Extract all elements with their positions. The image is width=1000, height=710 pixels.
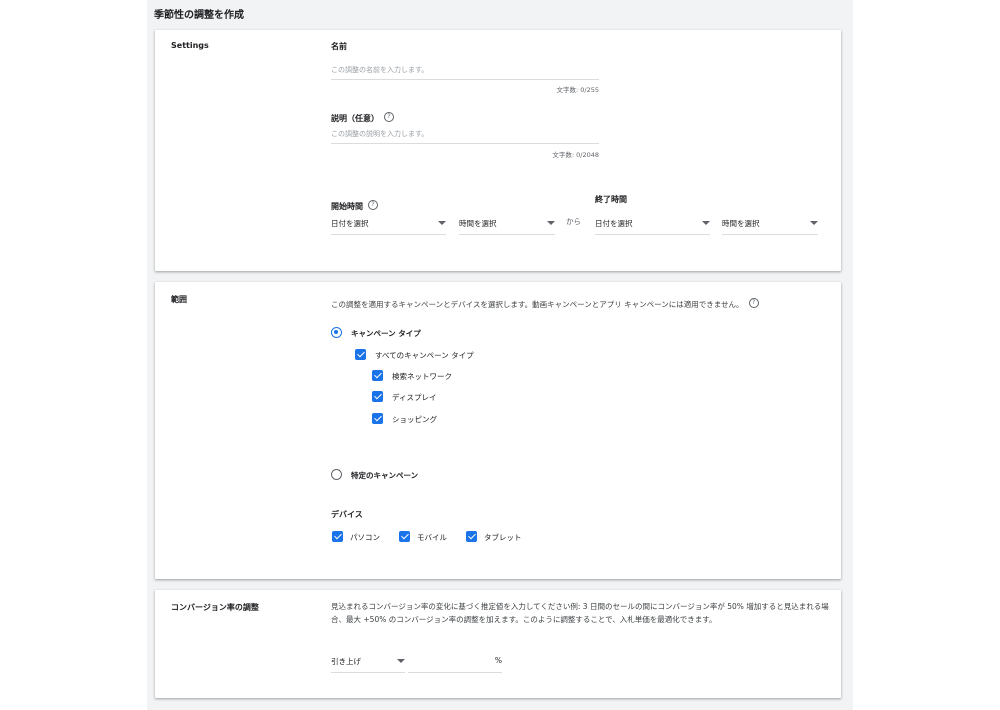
percent-input[interactable]: %: [408, 650, 502, 673]
description-label-row: 説明（任意）?: [331, 106, 394, 125]
specific-campaigns-radio[interactable]: [331, 469, 342, 480]
mobile-label: モバイル: [417, 533, 447, 542]
direction-dropdown[interactable]: 引き上げ: [331, 650, 405, 673]
description-label: 説明（任意）: [331, 114, 379, 123]
page-title: 季節性の調整を作成: [154, 10, 244, 21]
settings-section-label: Settings: [171, 41, 209, 50]
shopping-label: ショッピング: [392, 415, 437, 424]
name-input[interactable]: この調整の名前を入力します。: [331, 65, 599, 79]
specific-campaigns-label: 特定のキャンペーン: [351, 471, 419, 480]
start-time-label-row: 開始時間?: [331, 194, 378, 213]
display-label: ディスプレイ: [392, 393, 437, 402]
tablet-label: タブレット: [484, 533, 522, 542]
conversion-description: 見込まれるコンバージョン率の変化に基づく推定値を入力してください例: 3 日間の…: [331, 602, 829, 624]
campaign-type-label: キャンペーン タイプ: [351, 329, 421, 338]
all-campaign-types-checkbox[interactable]: [355, 349, 366, 360]
help-icon[interactable]: ?: [748, 297, 759, 308]
name-input-underline: [331, 79, 599, 80]
scope-description-row: この調整を適用するキャンペーンとデバイスを選択します。動画キャンペーンとアプリ …: [331, 292, 831, 311]
start-date-dropdown[interactable]: 日付を選択: [331, 212, 446, 235]
direction-value: 引き上げ: [331, 657, 361, 666]
name-label: 名前: [331, 42, 347, 51]
dropdown-arrow-icon: [438, 221, 446, 225]
conversion-card: コンバージョン率の調整 見込まれるコンバージョン率の変化に基づく推定値を入力して…: [155, 590, 841, 698]
end-time-label: 終了時間: [595, 195, 627, 204]
tablet-checkbox[interactable]: [466, 531, 477, 542]
description-input-underline: [331, 143, 599, 144]
percent-unit: %: [494, 656, 502, 665]
dropdown-arrow-icon: [397, 659, 405, 663]
campaign-type-radio[interactable]: [331, 327, 342, 338]
end-time-dropdown[interactable]: 時間を選択: [722, 212, 818, 235]
desktop-label: パソコン: [350, 533, 380, 542]
dropdown-arrow-icon: [547, 221, 555, 225]
range-separator: から: [566, 217, 581, 226]
desktop-checkbox[interactable]: [332, 531, 343, 542]
search-network-checkbox[interactable]: [372, 370, 383, 381]
scope-card: 範囲 この調整を適用するキャンペーンとデバイスを選択します。動画キャンペーンとア…: [155, 282, 841, 579]
devices-label: デバイス: [331, 510, 363, 519]
dropdown-arrow-icon: [810, 221, 818, 225]
help-icon[interactable]: ?: [384, 111, 394, 122]
end-time-value: 時間を選択: [722, 219, 760, 228]
conversion-section-label: コンバージョン率の調整: [171, 603, 259, 612]
dropdown-arrow-icon: [702, 221, 710, 225]
description-char-counter: 文字数: 0/2048: [552, 151, 599, 159]
end-date-dropdown[interactable]: 日付を選択: [595, 212, 710, 235]
end-date-value: 日付を選択: [595, 219, 633, 228]
start-date-value: 日付を選択: [331, 219, 369, 228]
all-campaign-types-label: すべてのキャンペーン タイプ: [375, 351, 474, 360]
shopping-checkbox[interactable]: [372, 413, 383, 424]
description-input[interactable]: この調整の説明を入力します。: [331, 129, 599, 143]
name-char-counter: 文字数: 0/255: [556, 86, 600, 94]
display-checkbox[interactable]: [372, 391, 383, 402]
scope-section-label: 範囲: [171, 295, 187, 304]
mobile-checkbox[interactable]: [399, 531, 410, 542]
start-time-label: 開始時間: [331, 202, 363, 211]
help-icon[interactable]: ?: [368, 199, 378, 210]
search-network-label: 検索ネットワーク: [392, 372, 452, 381]
start-time-value: 時間を選択: [459, 219, 497, 228]
scope-description: この調整を適用するキャンペーンとデバイスを選択します。動画キャンペーンとアプリ …: [331, 300, 744, 309]
start-time-dropdown[interactable]: 時間を選択: [459, 212, 555, 235]
settings-card: Settings 名前 この調整の名前を入力します。 文字数: 0/255 説明…: [155, 30, 841, 271]
